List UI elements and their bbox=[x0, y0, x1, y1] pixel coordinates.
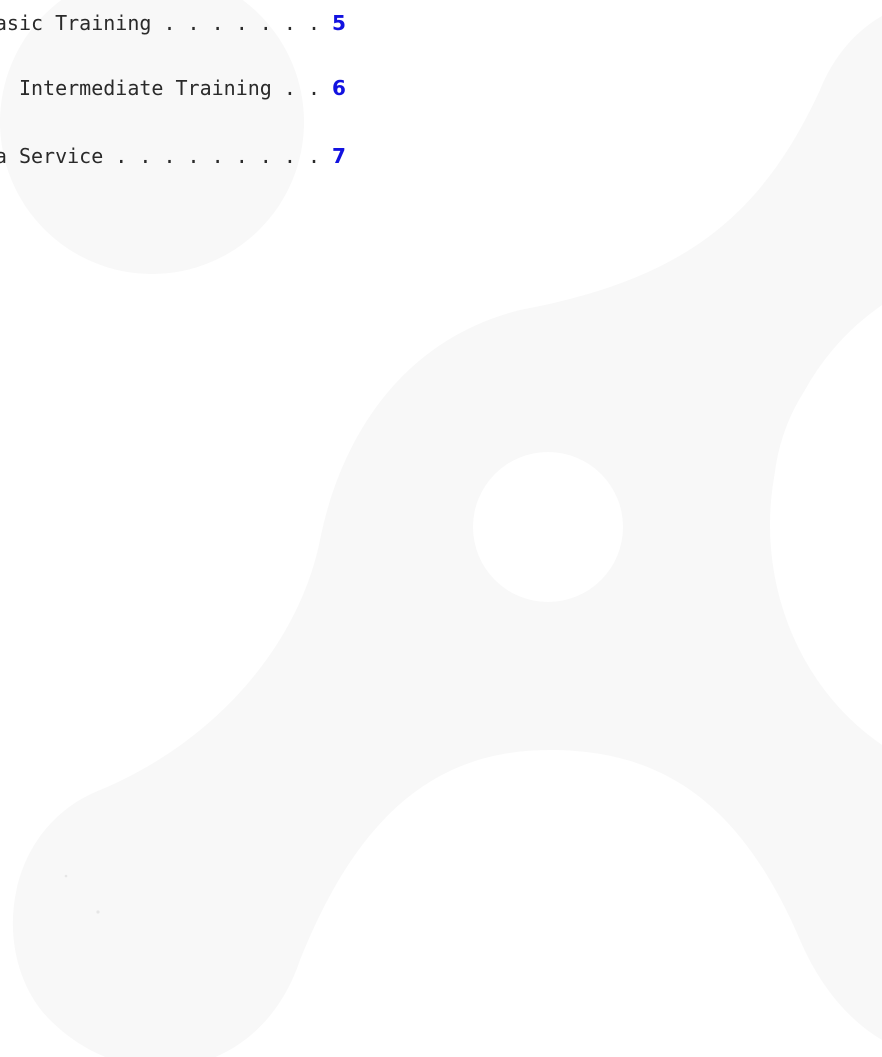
watermark-dot bbox=[96, 910, 100, 914]
document-page: Basic Training . . . . . . . 5 Intermedi… bbox=[0, 0, 882, 1057]
toc-page-number[interactable]: 6 bbox=[332, 73, 346, 103]
toc-entry-label: Basic Training . . . . . . . bbox=[0, 11, 320, 35]
toc-entry[interactable]: Basic Training . . . . . . . 5 bbox=[0, 8, 346, 38]
toc-entry-label: Intermediate Training . . bbox=[18, 76, 320, 100]
toc-entry[interactable]: as a Service . . . . . . . . . 7 bbox=[0, 141, 346, 171]
watermark-dot bbox=[64, 874, 68, 878]
toc-entry-label: as a Service . . . . . . . . . bbox=[0, 144, 320, 168]
toc-entry[interactable]: Intermediate Training . . 6 bbox=[0, 73, 346, 103]
toc-page-number[interactable]: 7 bbox=[332, 141, 346, 171]
toc-page-number[interactable]: 5 bbox=[332, 8, 346, 38]
table-of-contents: Basic Training . . . . . . . 5 Intermedi… bbox=[0, 0, 882, 200]
watermark-center-hole bbox=[473, 452, 623, 602]
